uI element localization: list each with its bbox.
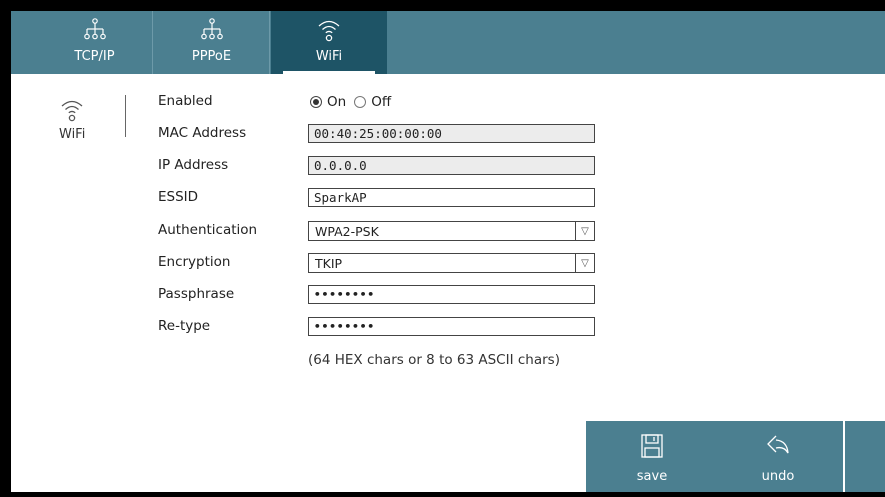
passphrase-label: Passphrase (158, 286, 235, 302)
save-label: save (636, 469, 668, 484)
enabled-label: Enabled (158, 93, 213, 109)
ip-address-field: 0.0.0.0 (308, 156, 595, 175)
mac-address-label: MAC Address (158, 125, 247, 141)
undo-button[interactable]: undo (712, 421, 844, 492)
passphrase-input[interactable]: •••••••• (308, 285, 595, 304)
wifi-icon (57, 97, 87, 123)
authentication-select[interactable]: WPA2-PSK ▽ (308, 221, 595, 241)
authentication-label: Authentication (158, 222, 258, 238)
encryption-select[interactable]: TKIP ▽ (308, 253, 595, 273)
mac-address-field: 00:40:25:00:00:00 (308, 124, 595, 143)
encryption-label: Encryption (158, 254, 231, 270)
radio-on[interactable] (310, 96, 322, 108)
section-label: WiFi (59, 127, 86, 142)
tab-label: WiFi (315, 49, 343, 64)
essid-label: ESSID (158, 189, 199, 205)
tab-pppoe[interactable]: PPPoE (154, 11, 270, 74)
divider (125, 95, 126, 137)
passphrase-hint: (64 HEX chars or 8 to 63 ASCII chars) (308, 352, 560, 368)
tab-label: PPPoE (191, 49, 232, 64)
save-icon (586, 433, 718, 459)
network-icon (154, 17, 269, 43)
enabled-radio-group: On Off (310, 94, 399, 110)
divider (843, 421, 845, 492)
dropdown-arrow-icon[interactable]: ▽ (575, 222, 594, 240)
tab-label: TCP/IP (74, 49, 115, 64)
encryption-value: TKIP (315, 256, 343, 271)
undo-icon (712, 433, 844, 459)
network-icon (37, 17, 152, 43)
authentication-value: WPA2-PSK (315, 224, 379, 239)
dropdown-arrow-icon[interactable]: ▽ (575, 254, 594, 272)
tab-wifi[interactable]: WiFi (271, 11, 387, 74)
save-button[interactable]: save (586, 421, 718, 492)
retype-label: Re-type (158, 318, 211, 334)
radio-off[interactable] (354, 96, 367, 108)
radio-on-label[interactable]: On (327, 94, 346, 110)
screen: TCP/IP PPPoE WiFi WiFi Enabled On Off MA… (11, 11, 885, 492)
undo-label: undo (761, 469, 795, 484)
display-frame: TCP/IP PPPoE WiFi WiFi Enabled On Off MA… (0, 0, 885, 497)
tab-bar: TCP/IP PPPoE WiFi (11, 11, 885, 74)
retype-input[interactable]: •••••••• (308, 317, 595, 336)
essid-input[interactable]: SparkAP (308, 188, 595, 207)
wifi-icon (271, 17, 387, 43)
ip-address-label: IP Address (158, 157, 229, 173)
action-bar: save undo (586, 421, 885, 492)
active-tab-indicator (283, 71, 375, 74)
radio-off-label[interactable]: Off (371, 94, 391, 110)
tab-tcpip[interactable]: TCP/IP (37, 11, 153, 74)
